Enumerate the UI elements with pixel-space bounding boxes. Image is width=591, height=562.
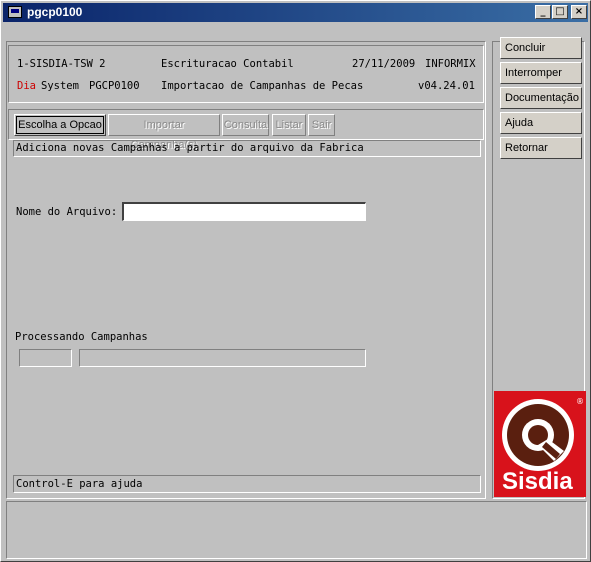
logo-registered-mark: ®: [576, 397, 584, 406]
interromper-button[interactable]: Interromper: [500, 62, 582, 84]
header-module: Escrituracao Contabil: [161, 58, 294, 70]
documentacao-button[interactable]: Documentação: [500, 87, 582, 109]
header-dia: Dia: [17, 80, 36, 92]
minimize-button[interactable]: _: [535, 5, 551, 19]
header-date: 27/11/2009: [352, 58, 416, 70]
logo-text: Sisdia: [502, 468, 573, 495]
header-database: INFORMIX: [425, 58, 476, 70]
bottom-panel: [6, 501, 587, 559]
header-program-title: Importacao de Campanhas de Pecas: [161, 80, 364, 92]
file-name-input[interactable]: [122, 202, 366, 221]
sisdia-logo-mark: Sisdia ®: [502, 397, 584, 495]
processing-progress-bar: [79, 349, 366, 367]
retornar-button[interactable]: Retornar: [500, 137, 582, 159]
maximize-button[interactable]: □: [552, 5, 568, 19]
header-panel: 1-SISDIA-TSW 2 Escrituracao Contabil 27/…: [8, 45, 484, 103]
menu-listar[interactable]: Listar: [272, 114, 306, 136]
title-bar[interactable]: pgcp0100 _ □ ×: [3, 3, 588, 22]
file-name-label: Nome do Arquivo:: [16, 206, 118, 218]
window-app-icon[interactable]: [8, 6, 22, 18]
concluir-button[interactable]: Concluir: [500, 37, 582, 59]
header-program: PGCP0100: [89, 80, 140, 92]
window-title: pgcp0100: [27, 5, 83, 19]
sisdia-logo: Sisdia ®: [494, 391, 586, 497]
menu-sair[interactable]: Sair: [308, 114, 335, 136]
close-button[interactable]: ×: [571, 5, 587, 19]
ajuda-button[interactable]: Ajuda: [500, 112, 582, 134]
header-system-label: System: [41, 80, 79, 92]
option-description: Adiciona novas Campanhas a partir do arq…: [13, 140, 481, 157]
status-bar: Control-E para ajuda: [13, 475, 481, 493]
app-window: pgcp0100 _ □ × 1-SISDIA-TSW 2 Escriturac…: [0, 0, 591, 562]
processing-label: Processando Campanhas: [15, 331, 148, 343]
processing-counter: [19, 349, 72, 367]
menu-consulta[interactable]: Consulta: [222, 114, 269, 136]
menu-importar-campanhas[interactable]: Importar Campanha(s): [108, 114, 220, 151]
menu-escolha-opcao[interactable]: Escolha a Opcao: [14, 114, 106, 136]
header-version: v04.24.01: [418, 80, 475, 92]
header-system: 1-SISDIA-TSW 2: [17, 58, 106, 70]
